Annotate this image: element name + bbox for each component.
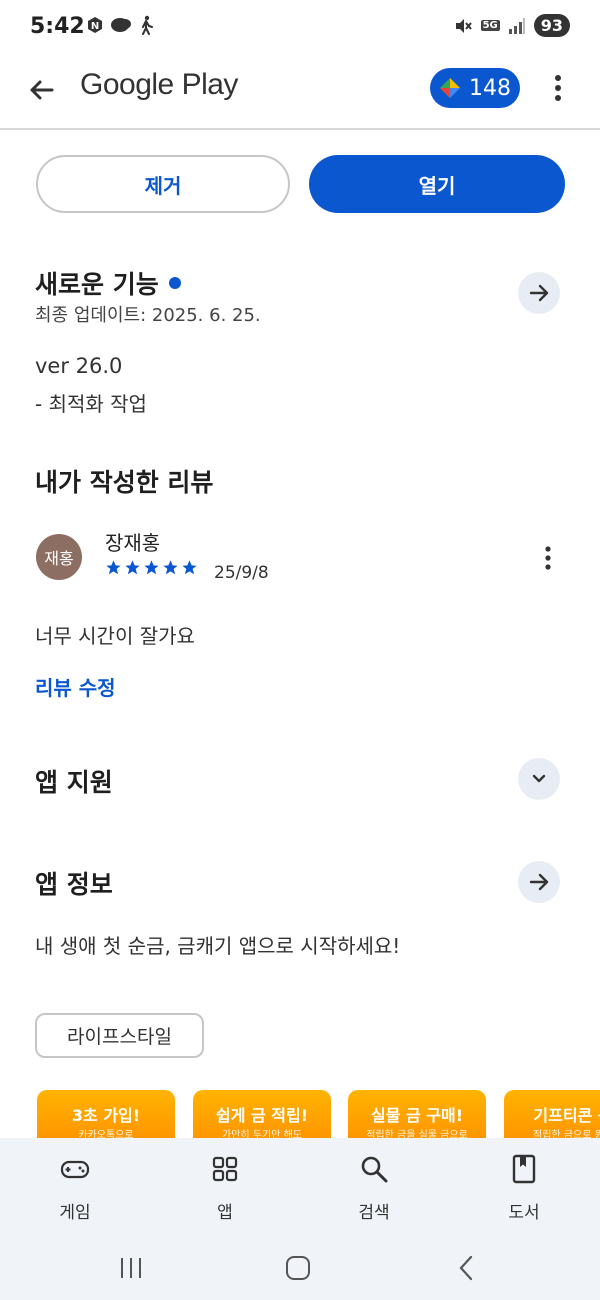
nav-label: 게임 bbox=[59, 1203, 91, 1223]
app-info-arrow-button[interactable] bbox=[518, 861, 560, 903]
svg-text:N: N bbox=[91, 21, 99, 32]
signal-icon bbox=[508, 17, 525, 34]
screenshot-card[interactable]: 실물 금 구매! 적립한 금을 실물 금으로 bbox=[348, 1090, 486, 1138]
page-title: Google Play bbox=[80, 68, 238, 101]
search-icon bbox=[361, 1156, 388, 1183]
star-icon bbox=[182, 560, 197, 575]
screenshot-subtitle: 적립한 금을 실물 금으로 bbox=[366, 1130, 468, 1138]
walking-icon bbox=[142, 15, 153, 35]
back-arrow-icon[interactable] bbox=[24, 72, 60, 108]
home-icon[interactable] bbox=[285, 1255, 311, 1281]
battery-level: 93 bbox=[533, 14, 570, 37]
app-description: 내 생애 첫 순금, 금캐기 앱으로 시작하세요! bbox=[35, 934, 401, 958]
screenshot-title: 쉽게 금 적립! bbox=[215, 1106, 309, 1125]
star-icon bbox=[144, 560, 159, 575]
screenshot-carousel[interactable]: 3초 가입! 카카오톡으로 쉽게 금 적립! 가만히 두기만 해도 실물 금 구… bbox=[37, 1090, 600, 1138]
screenshot-title: 기프티콘 구 bbox=[533, 1106, 600, 1125]
remove-button[interactable]: 제거 bbox=[36, 155, 290, 213]
app-bar: Google Play 148 bbox=[0, 56, 600, 130]
book-icon bbox=[512, 1154, 536, 1184]
whats-new-title: 새로운 기능 bbox=[35, 270, 159, 299]
star-rating bbox=[105, 559, 198, 576]
arrow-right-icon bbox=[529, 873, 549, 891]
gamepad-icon bbox=[60, 1160, 90, 1179]
star-icon bbox=[163, 560, 178, 575]
screenshot-card[interactable]: 기프티콘 구 적립한 금으로 원하 bbox=[504, 1090, 600, 1138]
screenshot-subtitle: 적립한 금으로 원하 bbox=[533, 1130, 600, 1138]
nav-item-search[interactable]: 검색 bbox=[324, 1138, 424, 1236]
app-support-title[interactable]: 앱 지원 bbox=[35, 763, 113, 799]
status-bar: 5:42 N 5G 93 bbox=[0, 0, 600, 56]
version-text: ver 26.0 bbox=[35, 354, 123, 378]
screenshot-card[interactable]: 쉽게 금 적립! 가만히 두기만 해도 bbox=[193, 1090, 331, 1138]
star-icon bbox=[125, 560, 140, 575]
nav-label: 도서 bbox=[508, 1203, 540, 1223]
nav-item-apps[interactable]: 앱 bbox=[175, 1138, 275, 1236]
new-indicator-dot bbox=[168, 277, 181, 289]
review-text: 너무 시간이 잘가요 bbox=[35, 624, 195, 648]
chat-bubble-icon bbox=[111, 18, 131, 32]
n-badge-icon: N bbox=[88, 17, 102, 33]
star-icon bbox=[106, 560, 121, 575]
screenshot-title: 3초 가입! bbox=[71, 1106, 141, 1125]
play-points-icon bbox=[440, 78, 460, 98]
review-more-icon[interactable] bbox=[538, 544, 558, 572]
category-chip[interactable]: 라이프스타일 bbox=[35, 1013, 204, 1058]
nav-label: 검색 bbox=[358, 1203, 390, 1223]
whats-new-arrow-button[interactable] bbox=[518, 272, 560, 314]
status-time: 5:42 bbox=[30, 14, 85, 39]
arrow-right-icon bbox=[529, 284, 549, 302]
avatar: 재홍 bbox=[36, 534, 82, 580]
apps-grid-icon bbox=[212, 1156, 238, 1182]
reviewer-name: 장재홍 bbox=[105, 531, 161, 555]
nav-item-books[interactable]: 도서 bbox=[474, 1138, 574, 1236]
screenshot-title: 실물 금 구매! bbox=[370, 1106, 464, 1125]
system-nav-bar bbox=[0, 1236, 600, 1300]
app-support-expand-button[interactable] bbox=[518, 758, 560, 800]
review-date: 25/9/8 bbox=[214, 563, 269, 583]
screenshot-subtitle: 카카오톡으로 bbox=[78, 1130, 134, 1138]
whats-new-header[interactable]: 새로운 기능 bbox=[35, 265, 181, 301]
bottom-nav: 게임 앱 검색 도서 bbox=[0, 1138, 600, 1236]
chevron-down-icon bbox=[532, 774, 546, 783]
mute-icon bbox=[455, 18, 472, 33]
nav-label: 앱 bbox=[217, 1203, 233, 1223]
play-points-button[interactable]: 148 bbox=[430, 68, 520, 108]
change-note: - 최적화 작업 bbox=[35, 392, 147, 416]
edit-review-link[interactable]: 리뷰 수정 bbox=[35, 672, 116, 701]
system-back-icon[interactable] bbox=[456, 1254, 476, 1282]
network-type: 5G bbox=[480, 20, 500, 31]
nav-item-games[interactable]: 게임 bbox=[25, 1138, 125, 1236]
points-count: 148 bbox=[469, 75, 511, 101]
last-updated: 최종 업데이트: 2025. 6. 25. bbox=[35, 305, 261, 326]
screenshot-subtitle: 가만히 두기만 해도 bbox=[222, 1130, 302, 1138]
screenshot-card[interactable]: 3초 가입! 카카오톡으로 bbox=[37, 1090, 175, 1138]
app-info-title[interactable]: 앱 정보 bbox=[35, 865, 113, 901]
open-button[interactable]: 열기 bbox=[309, 155, 565, 213]
more-vert-icon[interactable] bbox=[548, 70, 568, 106]
recents-icon[interactable] bbox=[118, 1256, 144, 1280]
my-review-title: 내가 작성한 리뷰 bbox=[35, 468, 214, 497]
